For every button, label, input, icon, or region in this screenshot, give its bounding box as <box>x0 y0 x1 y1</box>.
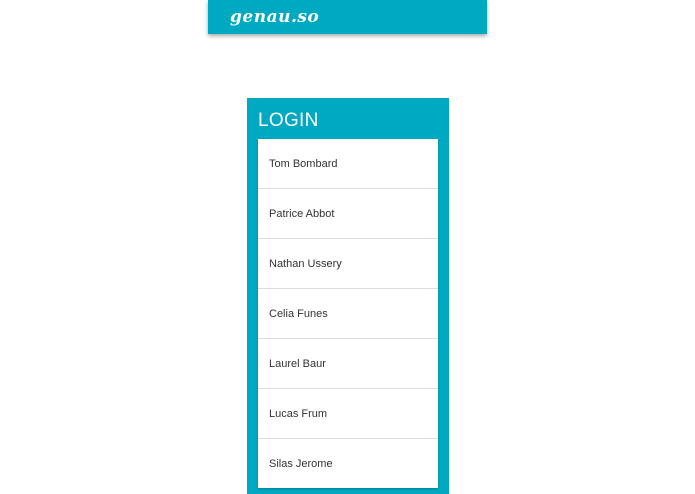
user-name: Patrice Abbot <box>269 207 335 220</box>
login-panel: LOGIN Tom Bombard Patrice Abbot Nathan U… <box>247 98 449 494</box>
user-item-silas-jerome[interactable]: Silas Jerome <box>258 439 438 488</box>
user-item-nathan-ussery[interactable]: Nathan Ussery <box>258 239 438 289</box>
user-item-patrice-abbot[interactable]: Patrice Abbot <box>258 189 438 239</box>
user-name: Silas Jerome <box>269 457 333 470</box>
user-name: Lucas Frum <box>269 407 328 420</box>
user-item-lucas-frum[interactable]: Lucas Frum <box>258 389 438 439</box>
user-name: Laurel Baur <box>269 357 326 370</box>
login-title: LOGIN <box>258 110 319 131</box>
user-name: Nathan Ussery <box>269 257 342 270</box>
user-list: Tom Bombard Patrice Abbot Nathan Ussery … <box>258 139 438 488</box>
brand-logo[interactable]: genau.so <box>230 7 319 27</box>
user-item-laurel-baur[interactable]: Laurel Baur <box>258 339 438 389</box>
top-bar: genau.so <box>208 0 487 34</box>
user-item-tom-bombard[interactable]: Tom Bombard <box>258 139 438 189</box>
user-name: Celia Funes <box>269 307 328 320</box>
user-name: Tom Bombard <box>269 157 338 170</box>
user-item-celia-funes[interactable]: Celia Funes <box>258 289 438 339</box>
